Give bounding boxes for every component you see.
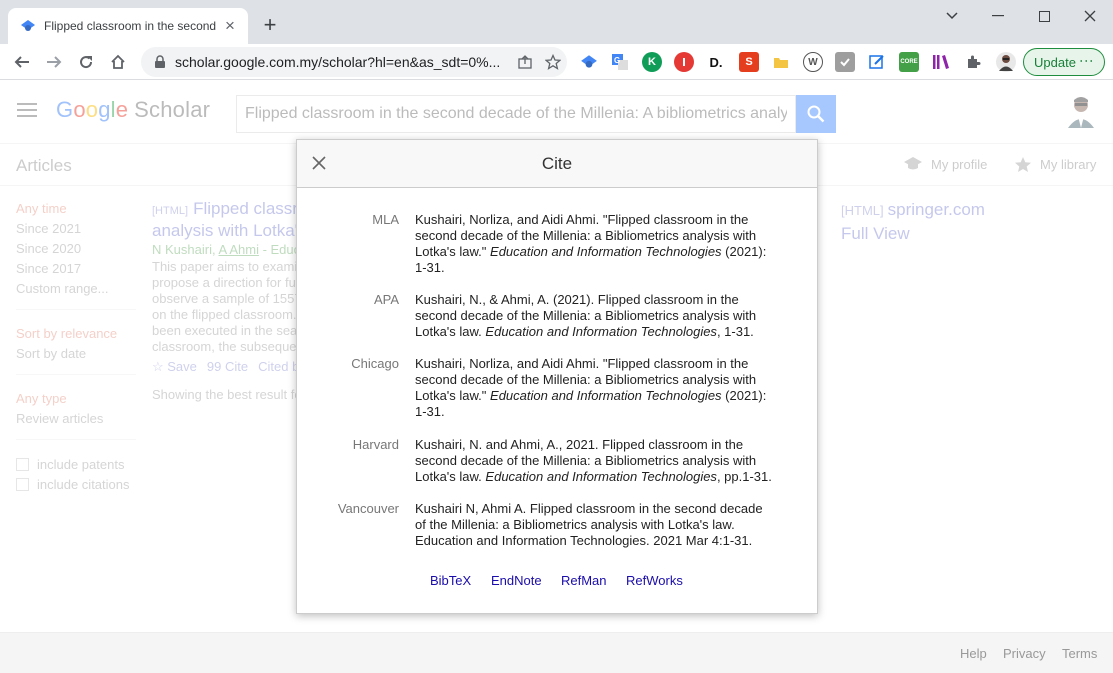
- citation-text[interactable]: Kushairi, N., & Ahmi, A. (2021). Flipped…: [415, 292, 775, 340]
- scholar-favicon-icon: [21, 20, 35, 31]
- bookmark-star-icon[interactable]: [539, 48, 567, 76]
- adblock-extension-icon[interactable]: [674, 52, 694, 72]
- tab-close-icon[interactable]: ×: [222, 17, 238, 34]
- export-bibtex-link[interactable]: BibTeX: [430, 573, 471, 588]
- citation-text[interactable]: Kushairi, Norliza, and Aidi Ahmi. "Flipp…: [415, 212, 775, 276]
- close-window-icon[interactable]: [1067, 4, 1113, 28]
- translate-extension-icon[interactable]: G: [610, 52, 630, 72]
- footer-privacy-link[interactable]: Privacy: [1003, 646, 1046, 661]
- new-tab-icon[interactable]: +: [258, 14, 282, 38]
- citation-style-label: Vancouver: [337, 501, 399, 516]
- maximize-icon[interactable]: [1021, 4, 1067, 28]
- minimize-icon[interactable]: [975, 4, 1021, 28]
- more-menu-icon[interactable]: ⋮: [1079, 54, 1095, 65]
- update-button[interactable]: Update ⋮: [1023, 48, 1105, 76]
- check-extension-icon[interactable]: [835, 52, 855, 72]
- s-extension-icon[interactable]: S: [739, 52, 759, 72]
- back-icon[interactable]: [8, 48, 36, 76]
- reload-icon[interactable]: [72, 48, 100, 76]
- k-extension-icon[interactable]: K: [642, 52, 662, 72]
- citation-text[interactable]: Kushairi, Norliza, and Aidi Ahmi. "Flipp…: [415, 356, 775, 420]
- tab-strip: Flipped classroom in the second × +: [0, 0, 1113, 44]
- edit-extension-icon[interactable]: [867, 52, 887, 72]
- scholar-extension-icon[interactable]: [579, 52, 599, 72]
- citation-style-label: APA: [373, 292, 399, 307]
- tab-title: Flipped classroom in the second: [44, 19, 216, 33]
- tab-search-icon[interactable]: [929, 4, 975, 28]
- svg-text:G: G: [614, 56, 620, 65]
- cite-dialog-title: Cite: [541, 154, 573, 173]
- cite-dialog: Cite MLA Kushairi, Norliza, and Aidi Ahm…: [296, 139, 818, 614]
- citation-style-label: MLA: [372, 212, 399, 227]
- d-extension-icon[interactable]: D.: [706, 52, 726, 72]
- cite-dialog-header: Cite: [297, 140, 817, 188]
- citation-text[interactable]: Kushairi, N. and Ahmi, A., 2021. Flipped…: [415, 437, 775, 485]
- folder-extension-icon[interactable]: [771, 52, 791, 72]
- footer-terms-link[interactable]: Terms: [1062, 646, 1097, 661]
- lock-icon: [155, 55, 165, 68]
- share-icon[interactable]: [511, 48, 539, 76]
- citation-style-label: Harvard: [352, 437, 399, 452]
- footer-help-link[interactable]: Help: [960, 646, 987, 661]
- w-extension-icon[interactable]: W: [803, 52, 823, 72]
- puzzle-extensions-icon[interactable]: [963, 52, 983, 72]
- library-extension-icon[interactable]: [931, 52, 951, 72]
- url-text: scholar.google.com.my/scholar?hl=en&as_s…: [175, 54, 501, 70]
- address-bar[interactable]: scholar.google.com.my/scholar?hl=en&as_s…: [141, 47, 567, 77]
- core-extension-icon[interactable]: CORE: [899, 52, 919, 72]
- export-endnote-link[interactable]: EndNote: [491, 573, 542, 588]
- export-refworks-link[interactable]: RefWorks: [626, 573, 683, 588]
- forward-icon[interactable]: [40, 48, 68, 76]
- home-icon[interactable]: [104, 48, 132, 76]
- profile-avatar-icon[interactable]: [996, 52, 1016, 72]
- browser-toolbar: scholar.google.com.my/scholar?hl=en&as_s…: [0, 44, 1113, 80]
- export-refman-link[interactable]: RefMan: [561, 573, 607, 588]
- citation-text[interactable]: Kushairi N, Ahmi A. Flipped classroom in…: [415, 501, 775, 549]
- browser-tab[interactable]: Flipped classroom in the second ×: [8, 8, 248, 44]
- citation-style-label: Chicago: [351, 356, 399, 371]
- footer: Help Privacy Terms: [0, 632, 1113, 673]
